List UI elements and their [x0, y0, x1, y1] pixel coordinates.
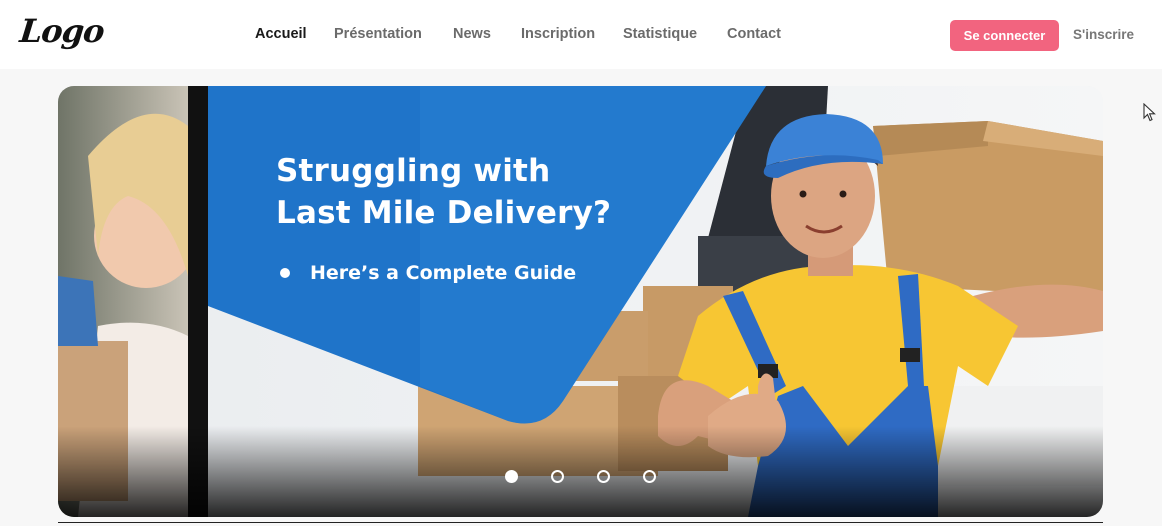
bullet-dot-icon — [280, 268, 290, 278]
slider-dot-1[interactable] — [505, 470, 518, 483]
nav-item-accueil[interactable]: Accueil — [255, 26, 307, 42]
login-button[interactable]: Se connecter — [950, 20, 1059, 51]
nav-item-contact[interactable]: Contact — [727, 26, 781, 42]
hero-headline-line-1: Struggling with — [276, 153, 551, 189]
nav-item-inscription[interactable]: Inscription — [521, 26, 595, 42]
slider-dot-2[interactable] — [551, 470, 564, 483]
hero-bullet: Here’s a Complete Guide — [280, 262, 576, 284]
signup-link[interactable]: S'inscrire — [1073, 27, 1134, 42]
section-divider — [58, 522, 1103, 523]
hero-headline: Struggling with Last Mile Delivery? — [276, 150, 611, 234]
hero-slider[interactable]: Struggling with Last Mile Delivery? Here… — [58, 86, 1103, 517]
hero-bullet-text: Here’s a Complete Guide — [310, 262, 577, 284]
hero-headline-line-2: Last Mile Delivery? — [276, 195, 612, 231]
nav-item-news[interactable]: News — [453, 26, 491, 42]
pointer-cursor-icon — [1143, 103, 1156, 122]
slider-dot-4[interactable] — [643, 470, 656, 483]
site-header: Logo Accueil Présentation News Inscripti… — [0, 0, 1162, 69]
slider-dot-3[interactable] — [597, 470, 610, 483]
nav-item-statistique[interactable]: Statistique — [623, 26, 697, 42]
nav-item-presentation[interactable]: Présentation — [334, 26, 422, 42]
site-logo[interactable]: Logo — [18, 12, 106, 50]
